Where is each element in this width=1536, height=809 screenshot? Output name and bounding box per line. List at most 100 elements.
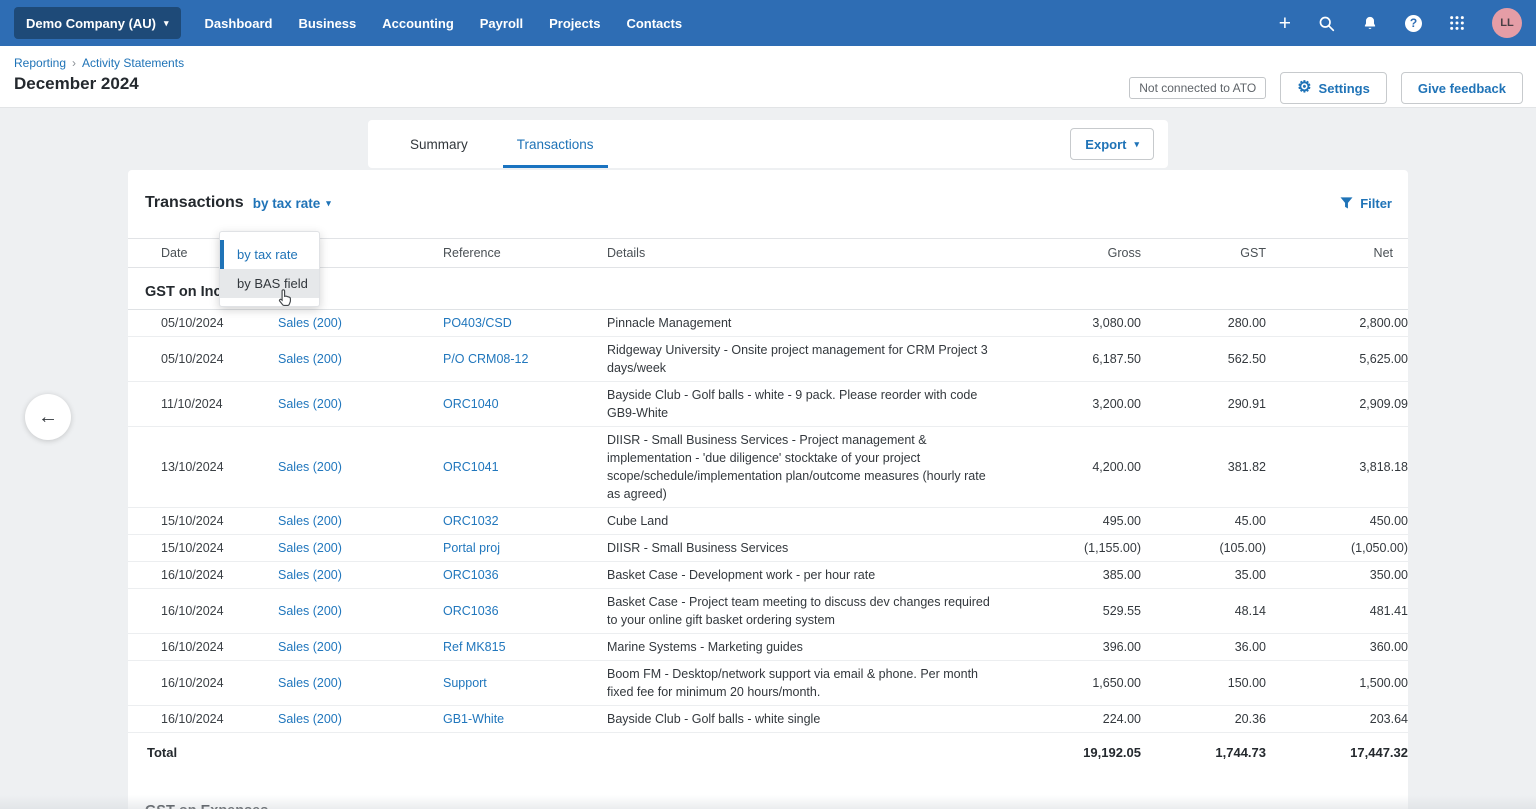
settings-button[interactable]: ⚙ Settings — [1280, 72, 1387, 104]
help-icon[interactable]: ? — [1405, 15, 1422, 32]
cell-date: 16/10/2024 — [128, 589, 278, 634]
cell-gst: 36.00 — [1141, 634, 1266, 661]
account-link[interactable]: Sales (200) — [278, 676, 342, 690]
cell-reference: ORC1041 — [443, 427, 607, 508]
account-link[interactable]: Sales (200) — [278, 541, 342, 555]
cell-net: 2,909.09 — [1266, 382, 1408, 427]
cell-net: 3,818.18 — [1266, 427, 1408, 508]
breadcrumb-reporting[interactable]: Reporting — [14, 56, 66, 70]
report-header: Transactions by tax rate ▾ Filter — [128, 170, 1408, 212]
transaction-row: 16/10/2024Sales (200) Ref MK815 Marine Sys… — [128, 634, 1408, 661]
cell-gst: 381.82 — [1141, 427, 1266, 508]
reference-link[interactable]: ORC1040 — [443, 397, 499, 411]
tab-transactions[interactable]: Transactions — [503, 120, 608, 168]
dropdown-item-by-tax-rate[interactable]: by tax rate — [220, 240, 319, 269]
nav-item-business[interactable]: Business — [298, 16, 356, 31]
cell-net: 1,500.00 — [1266, 661, 1408, 706]
chevron-right-icon: › — [72, 56, 76, 70]
transaction-row: 16/10/2024Sales (200)GB1-WhiteBayside Cl… — [128, 706, 1408, 733]
chevron-down-icon: ▾ — [326, 198, 331, 209]
account-link[interactable]: Sales (200) — [278, 316, 342, 330]
reference-link[interactable]: GB1-White — [443, 712, 504, 726]
total-net: 17,447.32 — [1266, 733, 1408, 776]
chevron-down-icon: ▾ — [164, 18, 169, 29]
cell-details: Boom FM - Desktop/network support via em… — [607, 661, 1020, 706]
top-navbar: Demo Company (AU) ▾ Dashboard Business Acc… — [0, 0, 1536, 46]
gear-icon: ⚙ — [1297, 80, 1311, 96]
cell-details: Basket Case - Project team meeting to di… — [607, 589, 1020, 634]
filter-button[interactable]: Filter — [1340, 196, 1392, 211]
back-button[interactable]: ← — [25, 394, 71, 440]
plus-icon[interactable]: + — [1279, 13, 1291, 34]
cell-net: 350.00 — [1266, 562, 1408, 589]
reference-link[interactable]: PO403/CSD — [443, 316, 512, 330]
cell-reference: ORC1036 — [443, 589, 607, 634]
dropdown-item-by-bas-field[interactable]: by BAS field — [220, 269, 319, 298]
reference-link[interactable]: ORC1036 — [443, 568, 499, 582]
cell-details: Marine Systems - Marketing guides — [607, 634, 1020, 661]
transaction-row: 11/10/2024Sales (200)ORC1040Bayside Club… — [128, 382, 1408, 427]
cell-account: Sales (200) — [278, 589, 443, 634]
hand-cursor-icon — [275, 288, 295, 308]
nav-item-contacts[interactable]: Contacts — [626, 16, 682, 31]
account-link[interactable]: Sales (200) — [278, 397, 342, 411]
account-link[interactable]: Sales (200) — [278, 352, 342, 366]
page-header: Reporting › Activity Statements December… — [0, 46, 1536, 108]
avatar[interactable]: LL — [1492, 8, 1522, 38]
cell-gross: 3,080.00 — [1020, 310, 1141, 337]
cell-date: 13/10/2024 — [128, 427, 278, 508]
cell-gst: 280.00 — [1141, 310, 1266, 337]
reference-link[interactable]: Support — [443, 676, 487, 690]
cell-gst: 35.00 — [1141, 562, 1266, 589]
nav-item-payroll[interactable]: Payroll — [480, 16, 523, 31]
breadcrumb-activity-statements[interactable]: Activity Statements — [82, 56, 184, 70]
account-link[interactable]: Sales (200) — [278, 604, 342, 618]
cell-account: Sales (200) — [278, 427, 443, 508]
column-header-details: Details — [607, 239, 1020, 268]
transactions-table: DateReferenceDetailsGrossGSTNet GST on I… — [128, 238, 1408, 809]
cell-date: 16/10/2024 — [128, 706, 278, 733]
cell-details: Ridgeway University - Onsite project man… — [607, 337, 1020, 382]
search-icon[interactable] — [1318, 15, 1335, 32]
cell-gross: 1,650.00 — [1020, 661, 1141, 706]
nav-item-projects[interactable]: Projects — [549, 16, 600, 31]
reference-link[interactable]: ORC1036 — [443, 604, 499, 618]
cell-net: 450.00 — [1266, 508, 1408, 535]
reference-link[interactable]: P/O CRM08-12 — [443, 352, 528, 366]
reference-link[interactable]: ORC1041 — [443, 460, 499, 474]
cell-gst: 562.50 — [1141, 337, 1266, 382]
funnel-icon — [1340, 197, 1353, 209]
cell-account: Sales (200) — [278, 310, 443, 337]
apps-grid-icon[interactable] — [1449, 15, 1465, 31]
cell-details: Basket Case - Development work - per hou… — [607, 562, 1020, 589]
cell-reference: Ref MK815 — [443, 634, 607, 661]
cell-gross: 495.00 — [1020, 508, 1141, 535]
reference-link[interactable]: Ref MK815 — [443, 640, 506, 654]
account-link[interactable]: Sales (200) — [278, 460, 342, 474]
column-header-gst: GST — [1141, 239, 1266, 268]
cell-date: 15/10/2024 — [128, 508, 278, 535]
cell-net: 5,625.00 — [1266, 337, 1408, 382]
nav-item-dashboard[interactable]: Dashboard — [205, 16, 273, 31]
export-button[interactable]: Export ▾ — [1070, 128, 1154, 160]
tab-summary[interactable]: Summary — [408, 120, 470, 168]
bell-icon[interactable] — [1362, 15, 1378, 32]
view-mode-dropdown: by tax rate by BAS field — [219, 231, 320, 307]
cell-net: (1,050.00) — [1266, 535, 1408, 562]
breadcrumb: Reporting › Activity Statements — [14, 56, 184, 70]
account-link[interactable]: Sales (200) — [278, 712, 342, 726]
account-link[interactable]: Sales (200) — [278, 514, 342, 528]
account-link[interactable]: Sales (200) — [278, 568, 342, 582]
view-selector-button[interactable]: by tax rate ▾ — [253, 196, 331, 211]
reference-link[interactable]: Portal proj — [443, 541, 500, 555]
give-feedback-button[interactable]: Give feedback — [1401, 72, 1523, 104]
account-link[interactable]: Sales (200) — [278, 640, 342, 654]
org-menu-button[interactable]: Demo Company (AU) ▾ — [14, 7, 181, 39]
reference-link[interactable]: ORC1032 — [443, 514, 499, 528]
cell-details: Cube Land — [607, 508, 1020, 535]
nav-item-accounting[interactable]: Accounting — [382, 16, 454, 31]
cell-date: 15/10/2024 — [128, 535, 278, 562]
total-row: Total19,192.051,744.7317,447.32 — [128, 733, 1408, 776]
cell-date: 16/10/2024 — [128, 634, 278, 661]
cell-gst: 45.00 — [1141, 508, 1266, 535]
